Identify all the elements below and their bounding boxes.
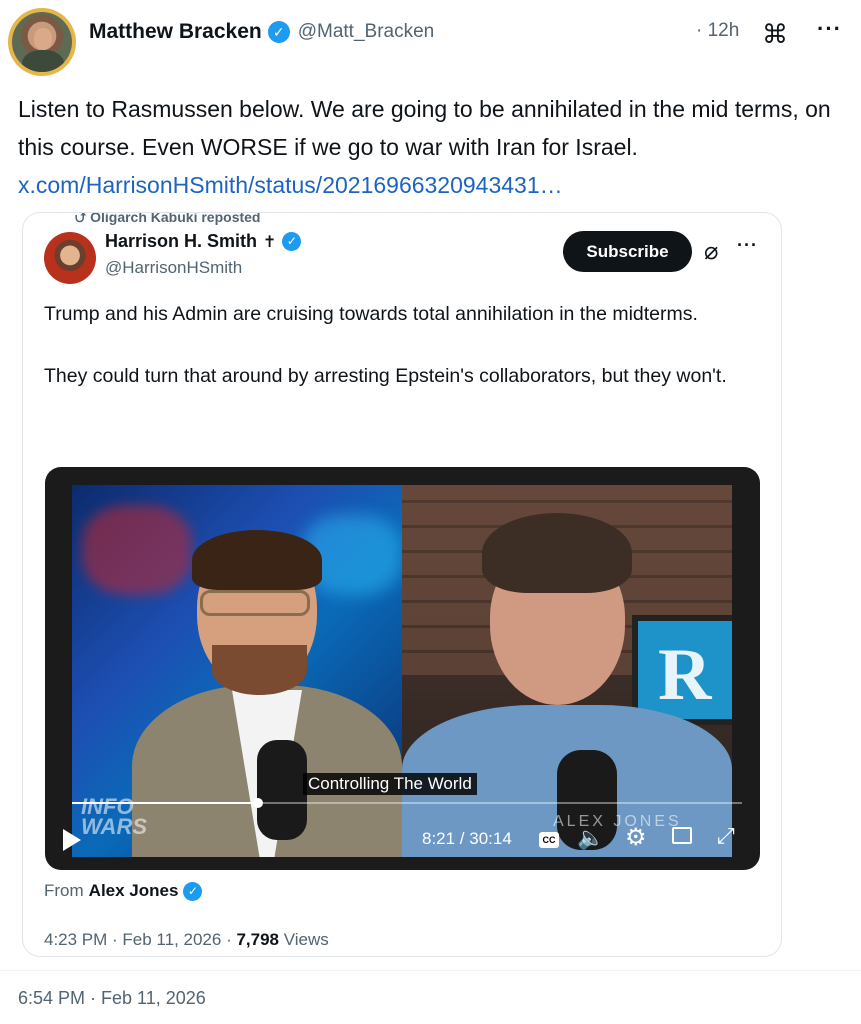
- quote-text: Trump and his Admin are cruising towards…: [44, 299, 764, 392]
- video-progress-handle[interactable]: [252, 798, 263, 808]
- author-row: Matthew Bracken ✓ @Matt_Bracken: [89, 18, 434, 46]
- video-progress-fill: [72, 802, 258, 804]
- video-progress-bar[interactable]: [72, 798, 742, 808]
- video-source: From Alex Jones ✓: [44, 881, 203, 901]
- quote-author-avatar[interactable]: [44, 232, 96, 284]
- subscribe-button[interactable]: Subscribe: [563, 231, 692, 272]
- cross-icon: ✝: [263, 233, 277, 251]
- verified-badge-icon[interactable]: ✓: [267, 21, 290, 43]
- settings-gear-icon[interactable]: ⚙: [625, 823, 647, 852]
- tweet-link[interactable]: x.com/HarrisonHSmith/status/202169663209…: [18, 166, 563, 204]
- author-avatar[interactable]: [8, 8, 76, 76]
- quote-verified-badge-icon[interactable]: ✓: [282, 232, 302, 251]
- author-avatar-image: [12, 12, 72, 72]
- volume-icon[interactable]: 🔈: [577, 825, 604, 851]
- quote-card[interactable]: ⮍ Oligarch Kabuki reposted Harrison H. S…: [22, 212, 782, 957]
- quote-text-paragraph-2: They could turn that around by arresting…: [44, 365, 727, 387]
- tweet-text: Listen to Rasmussen below. We are going …: [18, 96, 831, 160]
- quote-views-count: 7,798: [236, 930, 280, 949]
- quote-author-name[interactable]: Harrison H. Smith: [105, 231, 257, 252]
- author-name[interactable]: Matthew Bracken: [89, 20, 262, 44]
- author-handle[interactable]: @Matt_Bracken: [298, 21, 435, 43]
- monitor-letter: R: [658, 634, 712, 716]
- from-label: From: [44, 881, 84, 900]
- repost-label: ⮍ Oligarch Kabuki reposted: [75, 212, 261, 225]
- alex-jones-watermark: ALEX JONES: [553, 813, 682, 830]
- tweet-timestamp[interactable]: 6:54 PM · Feb 11, 2026: [18, 988, 206, 1009]
- video-caption: Controlling The World: [303, 773, 477, 795]
- source-verified-badge-icon: ✓: [183, 881, 203, 901]
- picture-in-picture-icon[interactable]: [672, 827, 692, 844]
- play-icon[interactable]: [63, 829, 81, 851]
- quote-author-row: Harrison H. Smith ✝ ✓: [105, 231, 302, 252]
- microphone-icon: [257, 740, 307, 840]
- video-player[interactable]: R INFO WARS ALEX JONES Controlling The W…: [45, 467, 760, 870]
- video-source-name[interactable]: Alex Jones: [89, 881, 179, 901]
- quote-meta: 4:23 PM · Feb 11, 2026 · 7,798 Views: [44, 930, 329, 950]
- video-time-display: 8:21 / 30:14: [422, 829, 512, 848]
- grok-command-icon[interactable]: ⌘: [762, 20, 788, 48]
- more-options-icon[interactable]: ···: [817, 16, 842, 42]
- quote-timestamp[interactable]: 4:23 PM · Feb 11, 2026 ·: [44, 930, 236, 949]
- closed-captions-icon[interactable]: CC: [539, 832, 559, 848]
- grok-icon[interactable]: ⌀: [704, 237, 718, 266]
- tweet-time-ago[interactable]: · 12h: [696, 20, 739, 42]
- quote-views-label: Views: [279, 930, 329, 949]
- quote-text-paragraph-1: Trump and his Admin are cruising towards…: [44, 303, 698, 325]
- quote-more-options-icon[interactable]: ···: [737, 235, 758, 256]
- quote-author-handle[interactable]: @HarrisonHSmith: [105, 258, 242, 278]
- divider: [0, 970, 861, 971]
- fullscreen-icon[interactable]: ⤢: [717, 823, 735, 849]
